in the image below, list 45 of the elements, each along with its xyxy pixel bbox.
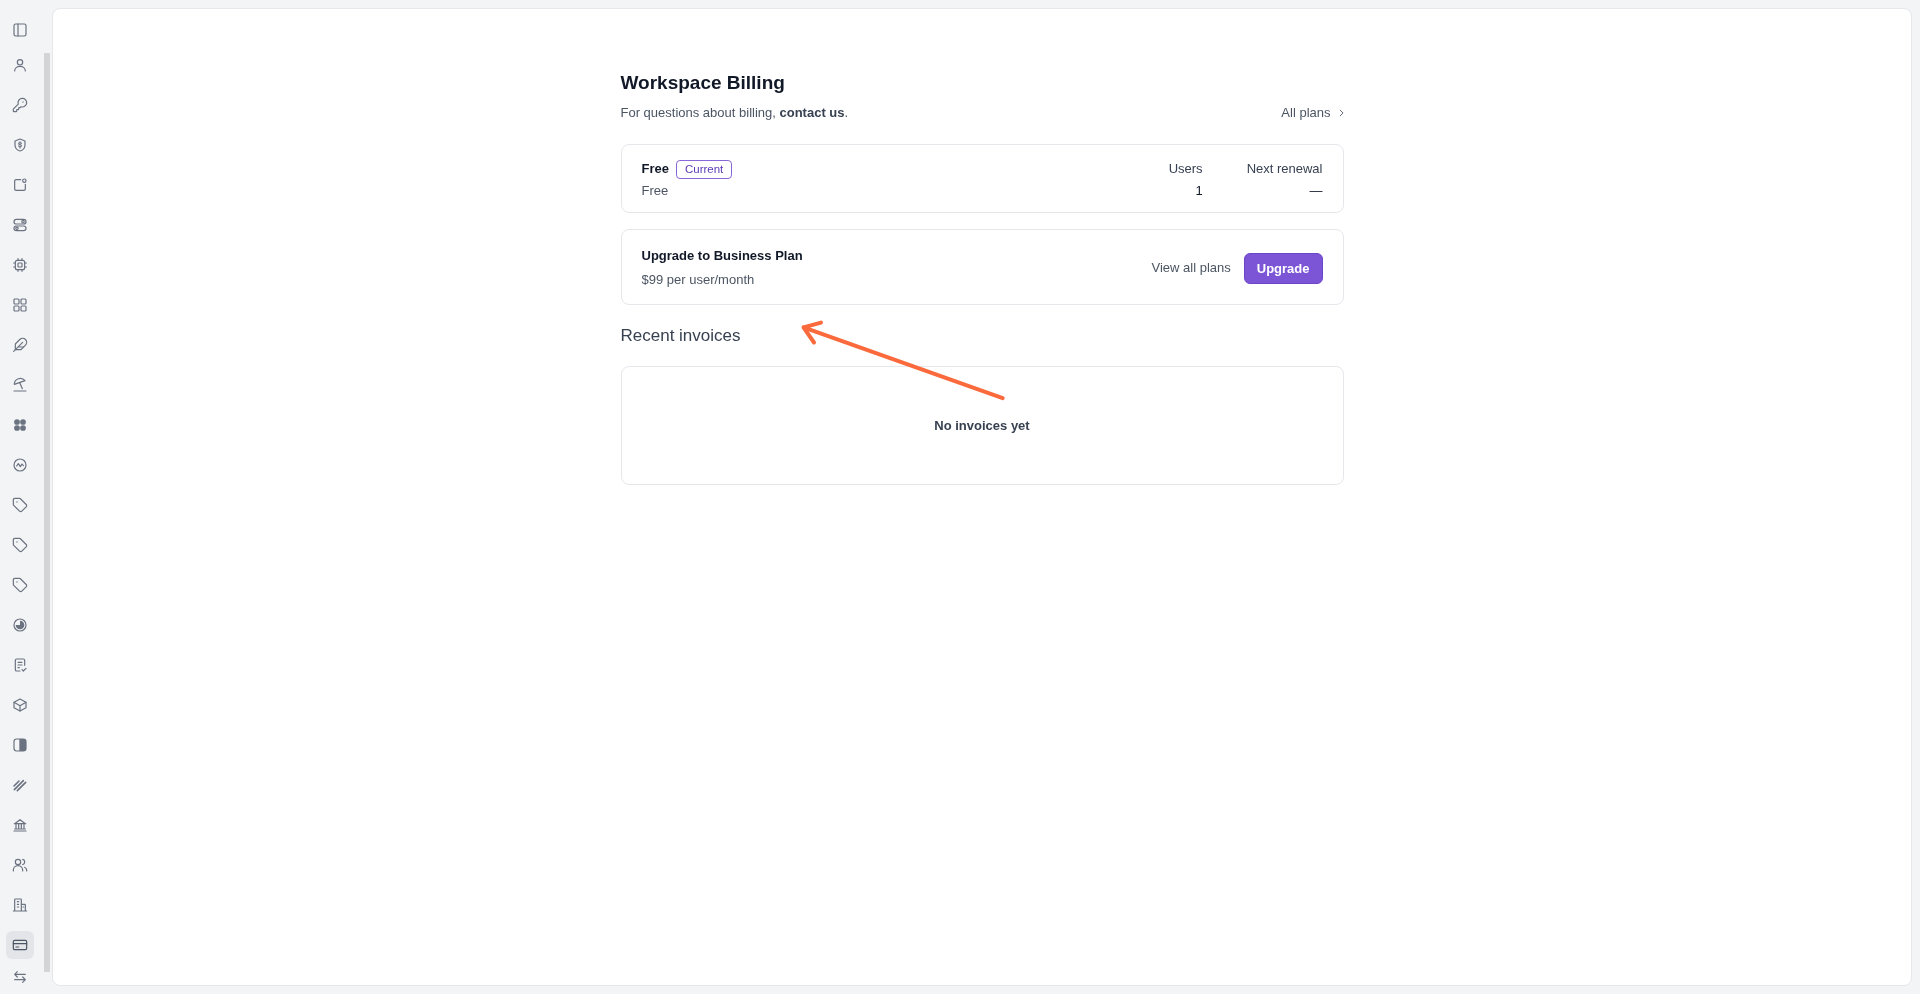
beach-umbrella-icon: [12, 377, 28, 393]
person-icon: [12, 57, 28, 73]
tag-icon: [12, 497, 28, 513]
wave-circle-icon: [12, 457, 28, 473]
all-plans-link[interactable]: All plans: [1281, 103, 1344, 123]
key-icon: [12, 97, 28, 113]
checked-document-icon: [12, 657, 28, 673]
tag-icon: [12, 577, 28, 593]
current-plan-badge: Current: [675, 159, 733, 179]
stat-label: Users: [1168, 160, 1203, 178]
sidebar-item[interactable]: [6, 931, 34, 959]
feather-icon: [12, 337, 28, 353]
clover-icon: [12, 417, 28, 433]
credit-card-icon: [12, 937, 28, 953]
scrollbar-thumb[interactable]: [44, 53, 50, 972]
shield-dollar-icon: [12, 137, 28, 153]
cube-icon: [12, 697, 28, 713]
billing-help-text: For questions about billing, contact us.: [620, 104, 849, 122]
section-heading: Recent invoices: [620, 325, 742, 347]
swap-arrows-icon: [12, 969, 28, 985]
toggles-icon: [12, 217, 28, 233]
upgrade-price: $99 per user/month: [641, 271, 756, 289]
upgrade-button[interactable]: Upgrade: [1243, 252, 1323, 284]
view-all-plans-button[interactable]: View all plans: [1149, 258, 1233, 278]
chip-icon: [12, 257, 28, 273]
plan-name: Free: [641, 160, 669, 178]
buildings-icon: [12, 897, 28, 913]
plan-price: Free: [641, 182, 670, 200]
diagonal-stripes-icon: [12, 777, 28, 793]
grid-icon: [12, 297, 28, 313]
tag-icon: [12, 537, 28, 553]
pie-chart-icon: [12, 617, 28, 633]
panel-toggle-icon: [12, 22, 28, 38]
stat-value: 1: [1195, 182, 1203, 200]
square-dot-icon: [12, 177, 28, 193]
chevron-right-icon: [1338, 109, 1344, 117]
users-icon: [12, 857, 28, 873]
page-title: Workspace Billing: [620, 71, 786, 95]
contact-link[interactable]: contact us: [779, 105, 845, 120]
bank-icon: [12, 817, 28, 833]
stat-value: —: [1309, 182, 1323, 200]
contrast-square-icon: [12, 737, 28, 753]
empty-state-text: No invoices yet: [934, 416, 1030, 435]
upgrade-title: Upgrade to Business Plan: [641, 247, 803, 265]
stat-label: Next renewal: [1246, 160, 1323, 178]
